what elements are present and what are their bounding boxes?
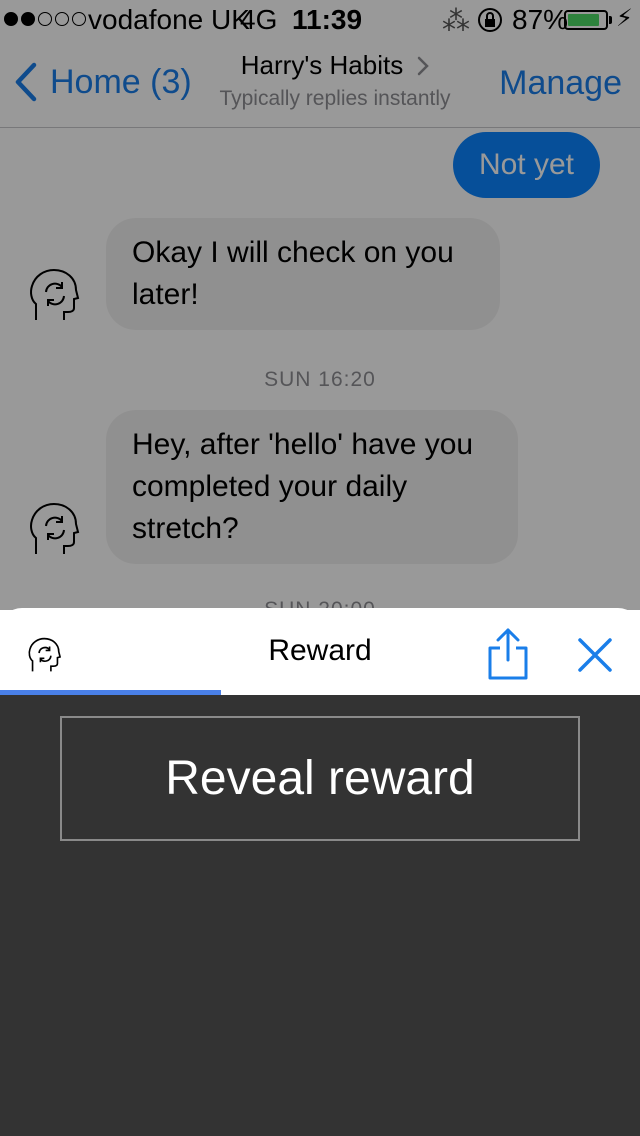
reveal-reward-button[interactable]: Reveal reward xyxy=(60,716,580,841)
webview-title: Reward xyxy=(268,634,372,667)
share-icon[interactable] xyxy=(486,626,530,682)
dim-overlay[interactable] xyxy=(0,0,640,610)
close-icon[interactable] xyxy=(574,634,616,676)
webview-content: Reveal reward xyxy=(0,695,640,1136)
webview-header: Reward xyxy=(0,608,640,696)
